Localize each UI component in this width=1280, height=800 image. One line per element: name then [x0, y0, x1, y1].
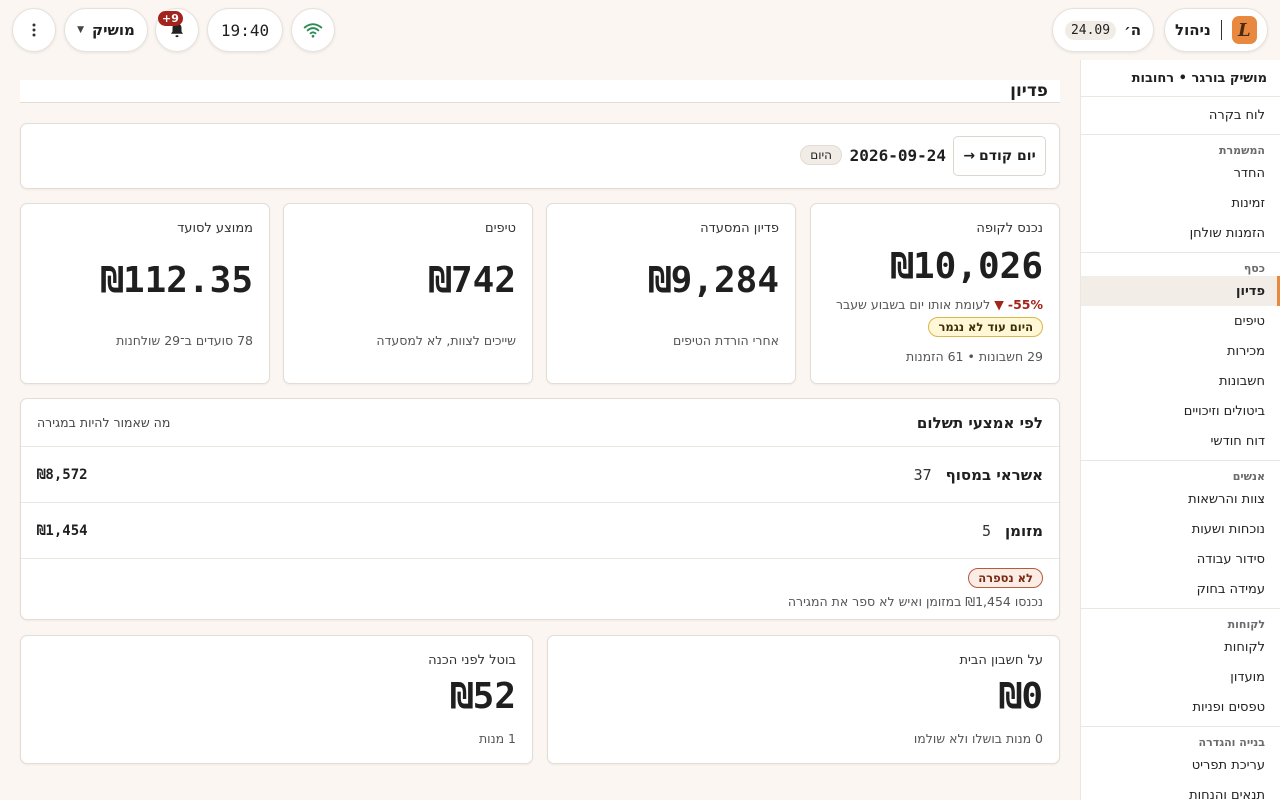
- sidebar-item-sales[interactable]: מכירות: [1081, 336, 1280, 366]
- sidebar-item-menu-edit[interactable]: עריכת תפריט: [1081, 750, 1280, 780]
- payments-header: לפי אמצעי תשלום מה שאמור להיות במגירה: [21, 399, 1059, 447]
- stat-value: ₪10,026: [891, 246, 1043, 287]
- sidebar-item-staff[interactable]: צוות והרשאות: [1081, 484, 1280, 514]
- sidebar-section-people: אנשים צוות והרשאות נוכחות ושעות סידור עב…: [1081, 461, 1280, 609]
- app-switcher[interactable]: L ניהול: [1164, 8, 1268, 52]
- trend-percent: -55%: [1007, 297, 1043, 312]
- restaurant-name: מושיק בורגר • רחובות: [1081, 60, 1280, 97]
- divider: [1220, 20, 1222, 40]
- sidebar-item-forms[interactable]: טפסים ופניות: [1081, 692, 1280, 722]
- prev-day-label: יום קודם: [979, 148, 1036, 164]
- stat-subtext: שייכים לצוות, לא למסעדה: [376, 333, 516, 348]
- user-menu-button[interactable]: מושיק ▼: [64, 8, 148, 52]
- sidebar-item-availability[interactable]: זמינות: [1081, 188, 1280, 218]
- counts-text: 29 חשבונות • 61 הזמנות: [906, 349, 1043, 364]
- sidebar-section-build: בנייה והגדרה עריכת תפריט תנאים והנחות: [1081, 727, 1280, 800]
- sidebar-section-shift: המשמרת החדר זמינות הזמנות שולחן: [1081, 135, 1280, 253]
- sidebar-item-cancellations[interactable]: ביטולים וזיכויים: [1081, 396, 1280, 426]
- app-label: ניהול: [1175, 21, 1211, 39]
- stat-register: נכנס לקופה ₪10,026 -55% ▼ לעומת אותו יום…: [810, 203, 1060, 384]
- sidebar-section-title: לקוחות: [1227, 618, 1265, 631]
- sidebar-item-club[interactable]: מועדון: [1081, 662, 1280, 692]
- previous-day-button[interactable]: יום קודם →: [953, 136, 1046, 176]
- sidebar: מושיק בורגר • רחובות לוח בקרה המשמרת החד…: [1080, 60, 1280, 800]
- payments-card: לפי אמצעי תשלום מה שאמור להיות במגירה אש…: [20, 398, 1060, 620]
- table-row[interactable]: מזומן 5 ₪1,454: [21, 503, 1059, 559]
- current-date: 2026-09-24: [849, 146, 946, 165]
- date-navigator: יום קודם → 2026-09-24 היום: [20, 123, 1060, 189]
- stat-label: ממוצע לסועד: [177, 221, 253, 236]
- payment-count: 37: [913, 465, 932, 484]
- date-pill[interactable]: ה׳ 24.09: [1052, 8, 1154, 52]
- trend-line: -55% ▼ לעומת אותו יום בשבוע שעבר: [836, 297, 1043, 312]
- sidebar-item-schedule[interactable]: סידור עבודה: [1081, 544, 1280, 574]
- payments-title: לפי אמצעי תשלום: [916, 413, 1043, 432]
- stat-subtext: אחרי הורדת הטיפים: [673, 333, 779, 348]
- cash-warning-text: נכנסו ₪1,454 במזומן ואיש לא ספר את המגיר…: [787, 594, 1043, 609]
- trend-text: לעומת אותו יום בשבוע שעבר: [835, 297, 991, 312]
- sidebar-item-revenue[interactable]: פדיון: [1081, 276, 1280, 306]
- sidebar-item-terms[interactable]: תנאים והנחות: [1081, 780, 1280, 800]
- sidebar-section-title: אנשים: [1232, 470, 1265, 483]
- cash-drawer-note: לא נספרה נכנסו ₪1,454 במזומן ואיש לא ספר…: [21, 559, 1059, 619]
- more-vertical-icon: [32, 23, 36, 37]
- sidebar-item-customers[interactable]: לקוחות: [1081, 632, 1280, 662]
- stat-revenue: פדיון המסעדה ₪9,284 אחרי הורדת הטיפים: [546, 203, 796, 384]
- stat-tips: טיפים ₪742 שייכים לצוות, לא למסעדה: [283, 203, 533, 384]
- stat-label: טיפים: [485, 221, 516, 236]
- payment-method: מזומן: [1004, 521, 1043, 540]
- payment-amount: ₪8,572: [37, 466, 88, 483]
- user-name: מושיק: [92, 21, 135, 39]
- stat-subtext: 1 מנות: [478, 731, 516, 746]
- sidebar-item-dashboard[interactable]: לוח בקרה: [1081, 97, 1280, 135]
- notifications-button[interactable]: +9: [155, 8, 199, 52]
- not-counted-badge: לא נספרה: [968, 568, 1043, 588]
- payment-count: 5: [981, 521, 991, 540]
- arrow-right-icon: →: [963, 148, 976, 164]
- table-row[interactable]: אשראי במסוף 37 ₪8,572: [21, 447, 1059, 503]
- more-menu-button[interactable]: [12, 8, 56, 52]
- stat-value: ₪52: [450, 676, 516, 717]
- date-value: 24.09: [1064, 20, 1117, 40]
- stat-label: בוטל לפני הכנה: [428, 653, 516, 668]
- stat-subtext: 78 סועדים ב־29 שולחנות: [116, 333, 253, 348]
- stat-cancelled: בוטל לפני הכנה ₪52 1 מנות: [20, 635, 533, 764]
- stat-on-the-house: על חשבון הבית ₪0 0 מנות בושלו ולא שולמו: [547, 635, 1060, 764]
- app-logo-icon: L: [1231, 16, 1257, 44]
- stat-label: נכנס לקופה: [976, 221, 1043, 236]
- stat-average: ממוצע לסועד ₪112.35 78 סועדים ב־29 שולחנ…: [20, 203, 270, 384]
- sidebar-section-customers: לקוחות לקוחות מועדון טפסים ופניות: [1081, 609, 1280, 727]
- clock: 19:40: [207, 8, 283, 52]
- page-title: פדיון: [20, 80, 1060, 103]
- sidebar-section-title: בנייה והגדרה: [1198, 736, 1265, 749]
- sidebar-section-money: כסף פדיון טיפים מכירות חשבונות ביטולים ו…: [1081, 253, 1280, 461]
- sidebar-section-title: כסף: [1243, 262, 1265, 275]
- stat-value: ₪0: [999, 676, 1043, 717]
- stat-subtext: 0 מנות בושלו ולא שולמו: [913, 731, 1043, 746]
- trend-down-icon: ▼: [994, 297, 1004, 312]
- sidebar-item-tips[interactable]: טיפים: [1081, 306, 1280, 336]
- sidebar-item-monthly-report[interactable]: דוח חודשי: [1081, 426, 1280, 456]
- notification-badge: +9: [158, 11, 183, 26]
- sidebar-item-compliance[interactable]: עמידה בחוק: [1081, 574, 1280, 604]
- payment-amount: ₪1,454: [37, 522, 88, 539]
- wifi-icon: [303, 23, 323, 38]
- sidebar-item-room[interactable]: החדר: [1081, 158, 1280, 188]
- stat-value: ₪112.35: [101, 260, 253, 301]
- stat-value: ₪9,284: [648, 260, 779, 301]
- sidebar-item-bills[interactable]: חשבונות: [1081, 366, 1280, 396]
- today-chip: היום: [800, 145, 842, 165]
- sidebar-section-title: המשמרת: [1219, 144, 1265, 157]
- payment-method: אשראי במסוף: [945, 465, 1043, 484]
- wifi-status[interactable]: [291, 8, 335, 52]
- sidebar-item-table-orders[interactable]: הזמנות שולחן: [1081, 218, 1280, 248]
- date-day: ה׳: [1124, 21, 1142, 39]
- status-badge: היום עוד לא נגמר: [928, 317, 1043, 337]
- stat-value: ₪742: [429, 260, 516, 301]
- chevron-down-icon: ▼: [77, 25, 85, 35]
- stat-label: על חשבון הבית: [959, 653, 1043, 668]
- sidebar-item-attendance[interactable]: נוכחות ושעות: [1081, 514, 1280, 544]
- stat-label: פדיון המסעדה: [700, 221, 779, 236]
- payments-subtitle: מה שאמור להיות במגירה: [37, 415, 171, 430]
